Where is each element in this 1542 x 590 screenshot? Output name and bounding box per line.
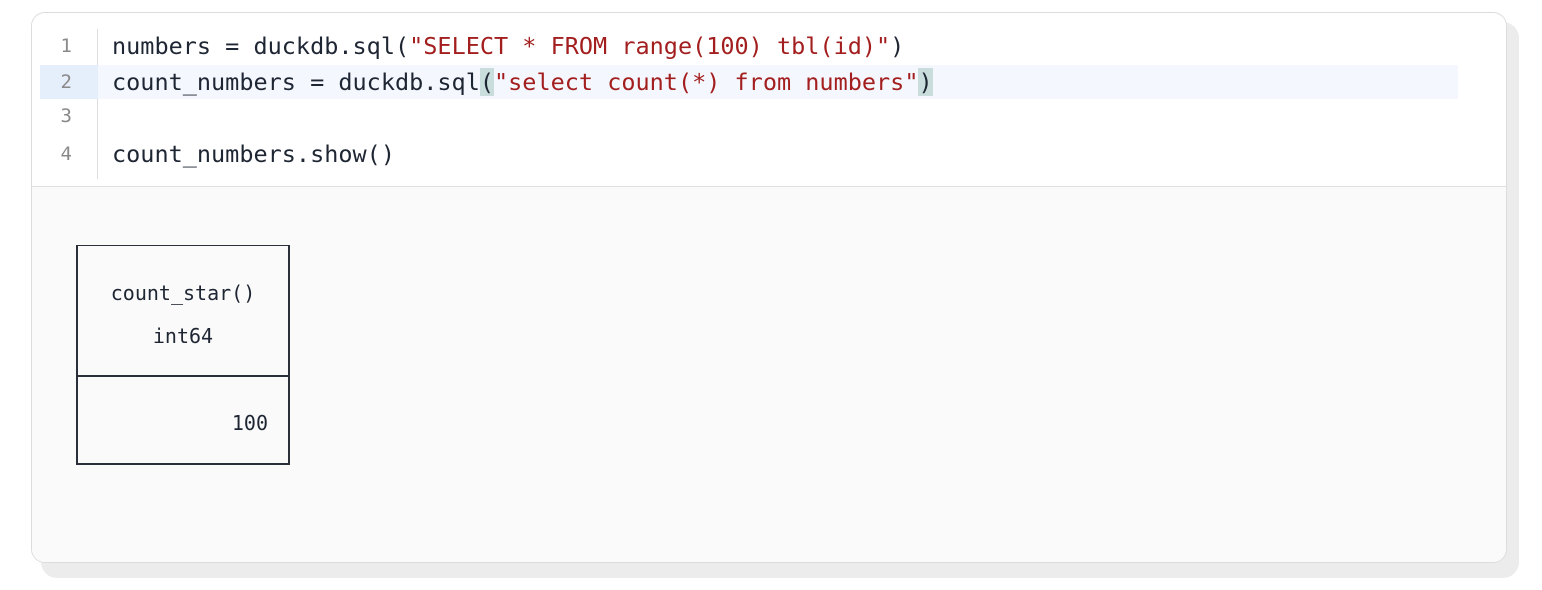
code-text: numbers = duckdb.sql(	[112, 32, 410, 60]
line-number: 3	[60, 105, 72, 127]
string-literal: "SELECT * FROM range(100) tbl(id)"	[409, 32, 891, 60]
header-divider	[78, 375, 288, 377]
cell-output: count_star() int64 100	[32, 187, 1506, 562]
line-number: 4	[60, 143, 72, 165]
code-text: )	[890, 32, 905, 60]
column-type: int64	[152, 324, 214, 348]
column-name: count_star()	[110, 281, 256, 305]
result-table: count_star() int64 100	[76, 245, 290, 465]
matched-bracket: (	[479, 68, 495, 96]
code-editor[interactable]: 1 numbers = duckdb.sql("SELECT * FROM ra…	[32, 13, 1506, 187]
code-line-2-active[interactable]: 2 count_numbers = duckdb.sql("select cou…	[40, 65, 1458, 99]
line-number: 1	[60, 35, 72, 57]
line-number: 2	[40, 65, 98, 99]
code-line-4[interactable]: 4 count_numbers.show()	[40, 137, 1458, 171]
string-literal: "select count(*) from numbers"	[494, 68, 919, 96]
code-text: count_numbers = duckdb.sql	[112, 68, 480, 96]
code-line-3[interactable]: 3	[40, 99, 1458, 133]
code-text: count_numbers.show()	[112, 140, 395, 168]
result-value: 100	[231, 411, 268, 435]
matched-bracket: )	[918, 68, 933, 96]
code-line-1[interactable]: 1 numbers = duckdb.sql("SELECT * FROM ra…	[40, 29, 1458, 63]
notebook-cell: 1 numbers = duckdb.sql("SELECT * FROM ra…	[31, 12, 1507, 563]
